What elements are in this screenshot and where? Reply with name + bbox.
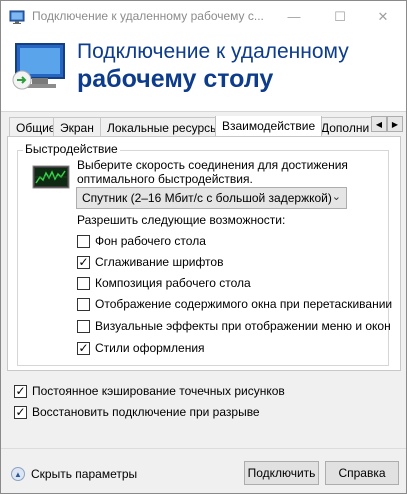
chevron-down-icon: ⌄ <box>331 191 341 203</box>
checkbox-checked[interactable]: ✓ <box>14 384 27 398</box>
minimize-icon: — <box>287 9 301 24</box>
hide-options-toggle[interactable]: ▲ Скрыть параметры <box>11 467 137 481</box>
option-menu-animation[interactable]: Визуальные эффекты при отображении меню … <box>77 319 391 333</box>
performance-group-label: Быстродействие <box>23 142 120 156</box>
remote-desktop-logo-icon <box>12 43 65 90</box>
banner-divider <box>1 111 406 112</box>
option-window-drag-contents[interactable]: Отображение содержимого окна при перетас… <box>77 297 392 311</box>
connection-speed-value: Спутник (2–16 Мбит/с с большой задержкой… <box>82 191 332 205</box>
option-label: Постоянное кэширование точечных рисунков <box>32 384 285 398</box>
connection-speed-select[interactable]: Спутник (2–16 Мбит/с с большой задержкой… <box>76 187 347 209</box>
close-icon: ✕ <box>377 8 389 24</box>
maximize-button[interactable]: ☐ <box>317 1 363 32</box>
hide-options-label: Скрыть параметры <box>31 467 138 481</box>
arrow-right-icon: ▶ <box>391 119 399 129</box>
banner-title-line2: рабочему столу <box>77 65 274 93</box>
option-reconnect[interactable]: ✓ Восстановить подключение при разрыве <box>14 405 260 419</box>
option-label: Отображение содержимого окна при перетас… <box>95 297 393 311</box>
option-label: Стили оформления <box>95 341 205 355</box>
speed-monitor-icon <box>32 165 70 189</box>
tab-scroll-left-button[interactable]: ◀ <box>371 116 387 132</box>
checkbox-checked[interactable]: ✓ <box>77 255 90 269</box>
option-label: Сглаживание шрифтов <box>95 255 224 269</box>
window-title: Подключение к удаленному рабочему с... <box>32 9 264 23</box>
option-label: Композиция рабочего стола <box>95 276 251 290</box>
header-banner: Подключение к удаленному рабочему столу <box>1 32 406 112</box>
checkbox-checked[interactable]: ✓ <box>77 341 90 355</box>
close-button[interactable]: ✕ <box>360 1 406 32</box>
maximize-icon: ☐ <box>334 8 346 24</box>
help-button[interactable]: Справка <box>325 461 399 485</box>
option-label: Восстановить подключение при разрыве <box>32 405 260 419</box>
footer-divider <box>1 448 406 449</box>
option-font-smoothing[interactable]: ✓ Сглаживание шрифтов <box>77 255 223 269</box>
option-label: Фон рабочего стола <box>95 234 206 248</box>
remote-desktop-app-icon <box>9 10 25 24</box>
option-label: Визуальные эффекты при отображении меню … <box>95 319 391 333</box>
checkbox[interactable] <box>77 276 90 290</box>
option-desktop-composition[interactable]: Композиция рабочего стола <box>77 276 251 290</box>
connect-button[interactable]: Подключить <box>244 461 319 485</box>
rdp-window: Подключение к удаленному рабочему с... —… <box>0 0 407 494</box>
allow-features-label: Разрешить следующие возможности: <box>77 213 286 227</box>
tab-display[interactable]: Экран <box>53 117 101 136</box>
option-desktop-background[interactable]: Фон рабочего стола <box>77 234 206 248</box>
speed-description: Выберите скорость соединения для достиже… <box>77 158 348 186</box>
option-bitmap-caching[interactable]: ✓ Постоянное кэширование точечных рисунк… <box>14 384 285 398</box>
checkbox[interactable] <box>77 234 90 248</box>
tab-strip: Общие Экран Локальные ресурсы Взаимодейс… <box>9 116 371 136</box>
tab-scroll-right-button[interactable]: ▶ <box>387 116 403 132</box>
arrow-left-icon: ◀ <box>375 119 383 129</box>
tab-experience[interactable]: Взаимодействие <box>215 116 323 136</box>
checkbox[interactable] <box>77 319 90 333</box>
option-visual-styles[interactable]: ✓ Стили оформления <box>77 341 205 355</box>
checkbox[interactable] <box>77 297 90 311</box>
minimize-button[interactable]: — <box>271 1 317 32</box>
tab-local-resources[interactable]: Локальные ресурсы <box>100 117 226 136</box>
tab-advanced[interactable]: Дополни <box>314 117 371 136</box>
banner-title-line1: Подключение к удаленному <box>77 40 349 63</box>
title-bar[interactable]: Подключение к удаленному рабочему с... —… <box>1 1 406 32</box>
chevron-up-icon: ▲ <box>11 467 25 481</box>
checkbox-checked[interactable]: ✓ <box>14 405 27 419</box>
